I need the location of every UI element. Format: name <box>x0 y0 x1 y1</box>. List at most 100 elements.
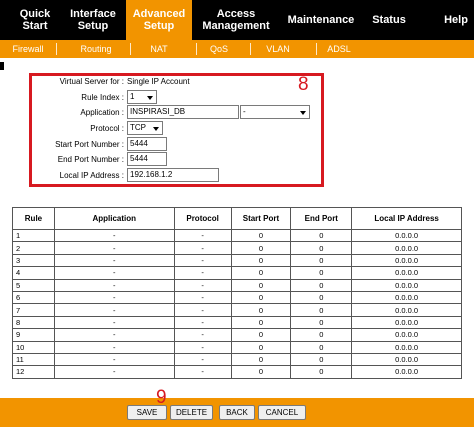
cell-application: - <box>53 290 175 305</box>
cell-local-ip: 0.0.0.0 <box>351 278 462 292</box>
nav-help[interactable]: Help <box>438 0 474 40</box>
protocol-select[interactable]: TCP <box>127 121 163 135</box>
cell-application: - <box>53 340 175 354</box>
cell-rule: 11 <box>12 352 55 367</box>
cell-application: - <box>53 328 175 342</box>
cell-rule: 1 <box>12 228 55 243</box>
cell-application: - <box>53 352 175 367</box>
table-row: 7- -0 0 0.0.0.0 <box>12 303 462 317</box>
cell-end-port: 0 <box>290 315 353 330</box>
cell-local-ip: 0.0.0.0 <box>351 266 462 280</box>
rule-index-value: 1 <box>130 92 135 101</box>
nav-label-line2: Management <box>202 20 270 32</box>
nav-access-management[interactable]: Access Management <box>196 0 276 40</box>
cell-start-port: 0 <box>230 241 292 255</box>
subnav-divider <box>130 43 131 55</box>
nav-label-line1: Status <box>372 14 406 26</box>
cancel-button[interactable]: CANCEL <box>258 405 306 420</box>
cell-local-ip: 0.0.0.0 <box>351 290 462 305</box>
cell-start-port: 0 <box>230 228 292 243</box>
subnav-firewall[interactable]: Firewall <box>2 40 54 58</box>
subnav-divider <box>316 43 317 55</box>
cell-start-port: 0 <box>230 303 292 317</box>
cell-end-port: 0 <box>290 340 353 354</box>
cell-application: - <box>53 228 175 243</box>
subnav-routing[interactable]: Routing <box>70 40 122 58</box>
cell-application: - <box>53 253 175 268</box>
cell-application: - <box>53 365 175 379</box>
cell-rule: 9 <box>12 328 55 342</box>
cell-start-port: 0 <box>230 290 292 305</box>
chevron-down-icon <box>300 111 306 115</box>
cell-end-port: 0 <box>290 328 353 342</box>
end-port-field[interactable]: 5444 <box>127 152 167 166</box>
top-navigation: Quick Start Interface Setup Advanced Setup … <box>0 0 474 40</box>
cell-end-port: 0 <box>290 365 353 379</box>
cell-application: - <box>53 315 175 330</box>
column-header-application: Application <box>53 207 175 230</box>
start-port-field[interactable]: 5444 <box>127 137 167 151</box>
table-row: 4- -0 0 0.0.0.0 <box>12 266 462 280</box>
cell-rule: 10 <box>12 340 55 354</box>
cell-rule: 4 <box>12 266 55 280</box>
nav-maintenance[interactable]: Maintenance <box>282 0 360 40</box>
cell-local-ip: 0.0.0.0 <box>351 340 462 354</box>
nav-label-line2: Start <box>22 20 48 32</box>
virtual-server-value: Single IP Account <box>127 77 190 86</box>
protocol-label: Protocol : <box>90 124 124 133</box>
application-select[interactable]: - <box>240 105 310 119</box>
cell-start-port: 0 <box>230 266 292 280</box>
cell-local-ip: 0.0.0.0 <box>351 328 462 342</box>
table-row: 5- -0 0 0.0.0.0 <box>12 278 462 292</box>
virtual-server-table: Rule Application Protocol Start Port End… <box>12 207 462 379</box>
table-row: 12- -0 0 0.0.0.0 <box>12 365 462 379</box>
nav-quick-start[interactable]: Quick Start <box>10 0 60 40</box>
cell-application: - <box>53 303 175 317</box>
cell-start-port: 0 <box>230 315 292 330</box>
cell-rule: 6 <box>12 290 55 305</box>
column-header-local-ip: Local IP Address <box>351 207 462 230</box>
local-ip-field[interactable]: 192.168.1.2 <box>127 168 219 182</box>
cell-end-port: 0 <box>290 278 353 292</box>
subnav-adsl[interactable]: ADSL <box>320 40 358 58</box>
subnav-nat[interactable]: NAT <box>134 40 184 58</box>
back-button[interactable]: BACK <box>219 405 255 420</box>
nav-advanced-setup[interactable]: Advanced Setup <box>126 0 192 40</box>
table-row: 9- -0 0 0.0.0.0 <box>12 328 462 342</box>
step-annotation-8: 8 <box>298 74 309 95</box>
nav-label-line2: Setup <box>143 20 175 32</box>
table-row: 3- -0 0 0.0.0.0 <box>12 253 462 268</box>
nav-label-line1: Maintenance <box>287 14 355 26</box>
cell-end-port: 0 <box>290 266 353 280</box>
cell-protocol: - <box>173 266 232 280</box>
cell-protocol: - <box>173 278 232 292</box>
column-header-start-port: Start Port <box>230 207 292 230</box>
end-port-label: End Port Number : <box>57 155 124 164</box>
nav-interface-setup[interactable]: Interface Setup <box>62 0 124 40</box>
column-header-protocol: Protocol <box>173 207 232 230</box>
cell-rule: 12 <box>12 365 55 379</box>
rule-index-select[interactable]: 1 <box>127 90 157 104</box>
cell-protocol: - <box>173 340 232 354</box>
cell-protocol: - <box>173 253 232 268</box>
save-button[interactable]: SAVE <box>127 405 167 420</box>
cell-rule: 5 <box>12 278 55 292</box>
cell-local-ip: 0.0.0.0 <box>351 241 462 255</box>
table-row: 2- -0 0 0.0.0.0 <box>12 241 462 255</box>
sub-navigation: Firewall Routing NAT QoS VLAN ADSL <box>0 40 474 58</box>
cell-protocol: - <box>173 315 232 330</box>
delete-button[interactable]: DELETE <box>170 405 213 420</box>
cell-rule: 7 <box>12 303 55 317</box>
cell-start-port: 0 <box>230 328 292 342</box>
cell-protocol: - <box>173 290 232 305</box>
subnav-vlan[interactable]: VLAN <box>258 40 298 58</box>
nav-label-line1: Advanced <box>132 8 186 20</box>
cell-protocol: - <box>173 241 232 255</box>
nav-status[interactable]: Status <box>366 0 412 40</box>
cell-end-port: 0 <box>290 290 353 305</box>
application-field[interactable]: INSPIRASI_DB <box>127 105 239 119</box>
subnav-qos[interactable]: QoS <box>200 40 238 58</box>
subnav-divider <box>196 43 197 55</box>
start-port-label: Start Port Number : <box>55 140 124 149</box>
protocol-value: TCP <box>130 123 146 132</box>
